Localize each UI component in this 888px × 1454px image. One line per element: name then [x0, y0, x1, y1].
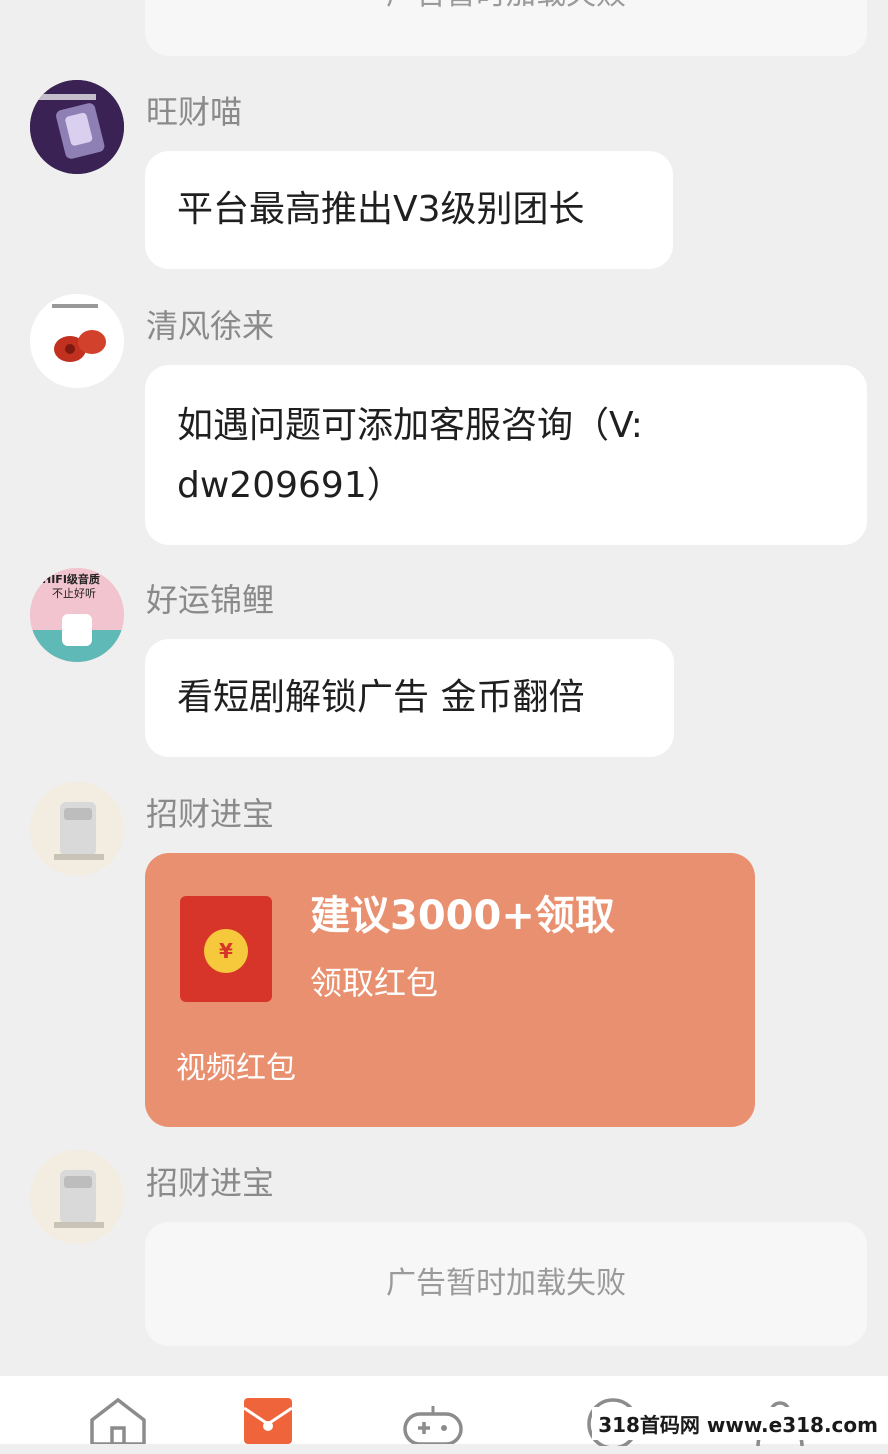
avatar[interactable] [30, 294, 124, 388]
message-text-line: 如遇问题可添加客服咨询（V: [177, 405, 643, 446]
ad-failed-notice: 广告暂时加载失败 [145, 1222, 867, 1346]
avatar-caption: 不止好听 [52, 587, 96, 600]
red-packet-type: 视频红包 [176, 1051, 296, 1086]
sender-name: 好运锦鲤 [146, 581, 275, 619]
chat-list[interactable]: 广告暂时加载失败 旺财喵 平台最高推出V3级别团长 清风徐来 如遇问题可添加客服… [0, 0, 888, 1376]
sender-name: 清风徐来 [146, 307, 275, 345]
kettle-photo-icon [30, 782, 124, 876]
tab-games[interactable] [402, 1404, 463, 1454]
message-text: 平台最高推出V3级别团长 [177, 189, 585, 230]
avatar[interactable] [30, 80, 124, 174]
message-bubble[interactable]: 看短剧解锁广告 金币翻倍 [145, 639, 674, 757]
red-envelope-icon [243, 1398, 293, 1444]
product-photo-icon [30, 80, 124, 174]
avatar[interactable] [30, 782, 124, 876]
message-text-line: dw209691） [177, 465, 403, 506]
avatar[interactable]: HIFI级音质 不止好听 [30, 568, 124, 662]
coin-icon: ¥ [204, 929, 248, 973]
gamepad-icon [403, 1406, 463, 1446]
earbuds-photo-icon [30, 294, 124, 388]
ad-failed-notice: 广告暂时加载失败 [145, 0, 867, 56]
home-icon [90, 1397, 146, 1446]
kettle-photo-icon [30, 1150, 124, 1244]
red-packet-subtitle: 领取红包 [310, 964, 439, 1002]
avatar[interactable] [30, 1150, 124, 1244]
sender-name: 旺财喵 [146, 93, 243, 131]
message-bubble[interactable]: 如遇问题可添加客服咨询（V: dw209691） [145, 365, 867, 545]
tab-home[interactable] [88, 1394, 148, 1446]
red-envelope-icon: ¥ [180, 896, 272, 1002]
message-bubble[interactable]: 平台最高推出V3级别团长 [145, 151, 673, 269]
ad-failed-text: 广告暂时加载失败 [386, 0, 626, 12]
red-packet-title: 建议3000+领取 [310, 893, 615, 939]
tab-red-envelope[interactable] [243, 1398, 304, 1448]
sender-name: 招财进宝 [146, 795, 275, 833]
message-text: 看短剧解锁广告 金币翻倍 [177, 677, 585, 718]
sender-name: 招财进宝 [146, 1164, 275, 1202]
red-packet-card[interactable]: ¥ 建议3000+领取 领取红包 视频红包 [145, 853, 755, 1127]
watermark: 318首码网 www.e318.com [592, 1407, 884, 1440]
ad-failed-text: 广告暂时加载失败 [386, 1266, 626, 1301]
